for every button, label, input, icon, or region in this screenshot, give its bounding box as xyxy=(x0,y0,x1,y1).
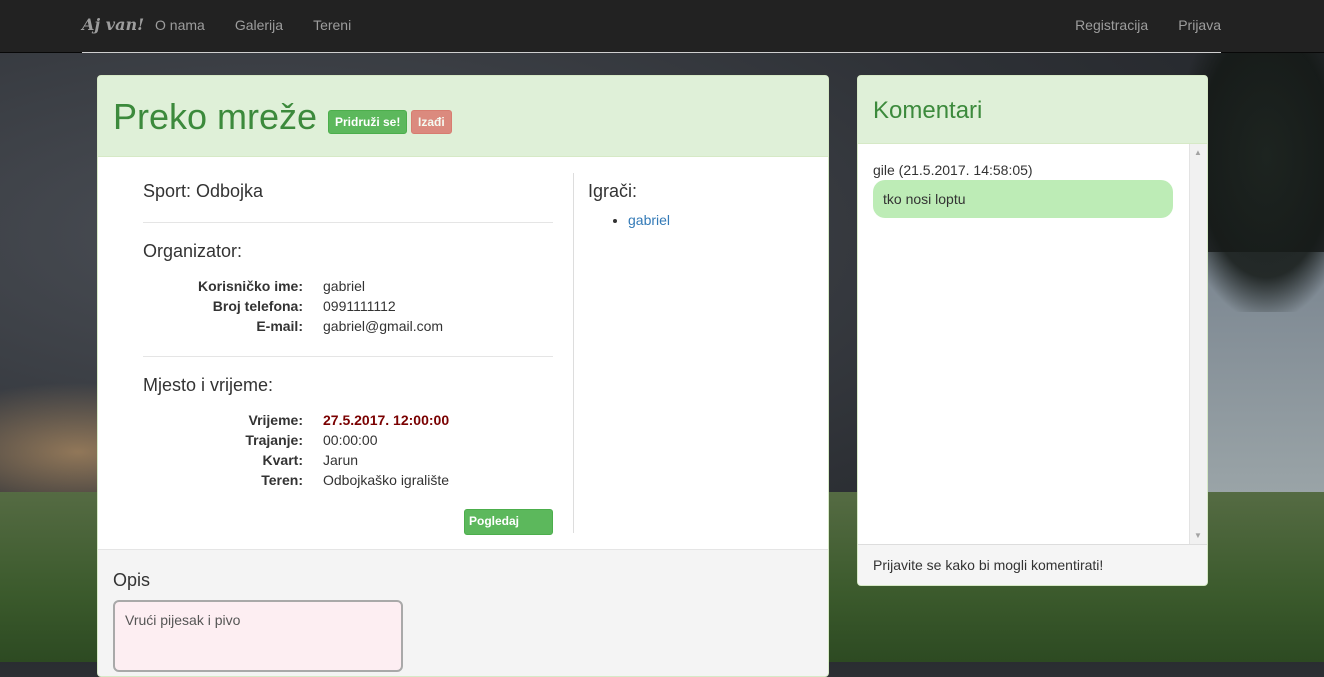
list-item: gabriel xyxy=(628,212,808,228)
comments-scrollbar[interactable]: ▲ ▼ xyxy=(1189,144,1207,544)
place-row: Trajanje: 00:00:00 xyxy=(143,430,553,450)
top-navbar: Aj van! O nama Galerija Tereni Registrac… xyxy=(0,0,1324,53)
email-value: gabriel@gmail.com xyxy=(323,318,444,334)
time-label: Vrijeme: xyxy=(248,412,303,428)
login-to-comment-text: Prijavite se kako bi mogli komentirati! xyxy=(873,557,1104,573)
brand-logo[interactable]: Aj van! xyxy=(82,15,144,34)
organizer-row: Broj telefona: 0991111112 xyxy=(143,296,553,316)
organizer-heading: Organizator: xyxy=(143,241,243,261)
court-label: Teren: xyxy=(261,472,303,488)
nav-link-about[interactable]: O nama xyxy=(155,17,205,33)
player-link[interactable]: gabriel xyxy=(628,212,670,228)
divider xyxy=(143,222,553,223)
username-value: gabriel xyxy=(323,278,366,294)
organizer-list: Korisničko ime: gabriel Broj telefona: 0… xyxy=(143,276,553,336)
place-time-heading: Mjesto i vrijeme: xyxy=(143,375,274,395)
scroll-up-arrow-icon[interactable]: ▲ xyxy=(1194,148,1202,157)
event-title: Preko mreže xyxy=(113,96,318,137)
place-row: Kvart: Jarun xyxy=(143,450,553,470)
phone-value: 0991111112 xyxy=(323,298,396,314)
players-section: Igrači: gabriel xyxy=(588,173,808,228)
comment-bubble: tko nosi loptu xyxy=(873,180,1173,218)
scroll-down-arrow-icon[interactable]: ▼ xyxy=(1194,531,1202,540)
description-section: Opis Vrući pijesak i pivo xyxy=(98,549,828,676)
place-row: Vrijeme: 27.5.2017. 12:00:00 xyxy=(143,410,553,430)
time-value: 27.5.2017. 12:00:00 xyxy=(323,412,450,428)
username-label: Korisničko ime: xyxy=(197,278,303,294)
organizer-row: E-mail: gabriel@gmail.com xyxy=(143,316,553,336)
sport-label: Sport: Odbojka xyxy=(143,181,264,201)
description-heading: Opis xyxy=(113,570,151,590)
nav-link-gallery[interactable]: Galerija xyxy=(235,17,283,33)
nav-link-register[interactable]: Registracija xyxy=(1075,17,1148,33)
players-heading: Igrači: xyxy=(588,181,638,201)
leave-button[interactable]: Izađi xyxy=(411,110,452,134)
nav-left-links: O nama Galerija Tereni xyxy=(155,17,351,33)
place-row: Teren: Odbojkaško igralište xyxy=(143,470,553,490)
email-label: E-mail: xyxy=(256,318,303,334)
comments-list[interactable]: gile (21.5.2017. 14:58:05) tko nosi lopt… xyxy=(858,144,1207,544)
comments-panel: Komentari gile (21.5.2017. 14:58:05) tko… xyxy=(857,75,1208,586)
navbar-container: Aj van! O nama Galerija Tereni Registrac… xyxy=(82,0,1221,53)
event-panel-heading: Preko mreže Pridruži se! Izađi xyxy=(98,76,828,157)
court-value: Odbojkaško igralište xyxy=(323,472,450,488)
comments-title: Komentari xyxy=(873,97,983,124)
place-time-list: Vrijeme: 27.5.2017. 12:00:00 Trajanje: 0… xyxy=(143,410,553,490)
nav-link-login[interactable]: Prijava xyxy=(1178,17,1221,33)
divider xyxy=(143,356,553,357)
comment-author-time: gile (21.5.2017. 14:58:05) xyxy=(873,162,1033,178)
join-button[interactable]: Pridruži se! xyxy=(328,110,408,134)
duration-label: Trajanje: xyxy=(245,432,303,448)
event-details: Sport: Odbojka Organizator: Korisničko i… xyxy=(143,173,553,550)
players-list: gabriel xyxy=(588,212,808,228)
column-divider xyxy=(573,173,574,533)
comments-heading: Komentari xyxy=(858,76,1207,144)
organizer-row: Korisničko ime: gabriel xyxy=(143,276,553,296)
district-label: Kvart: xyxy=(262,452,303,468)
district-value: Jarun xyxy=(323,452,359,468)
description-textarea[interactable]: Vrući pijesak i pivo xyxy=(113,600,403,672)
phone-label: Broj telefona: xyxy=(212,298,303,314)
nav-link-courts[interactable]: Tereni xyxy=(313,17,351,33)
court-details-button[interactable]: Pogledaj detalje terena xyxy=(464,509,553,550)
comments-footer: Prijavite se kako bi mogli komentirati! xyxy=(858,544,1207,585)
event-panel: Preko mreže Pridruži se! Izađi Sport: Od… xyxy=(97,75,829,677)
duration-value: 00:00:00 xyxy=(323,432,378,448)
nav-right-links: Registracija Prijava xyxy=(1075,17,1221,33)
